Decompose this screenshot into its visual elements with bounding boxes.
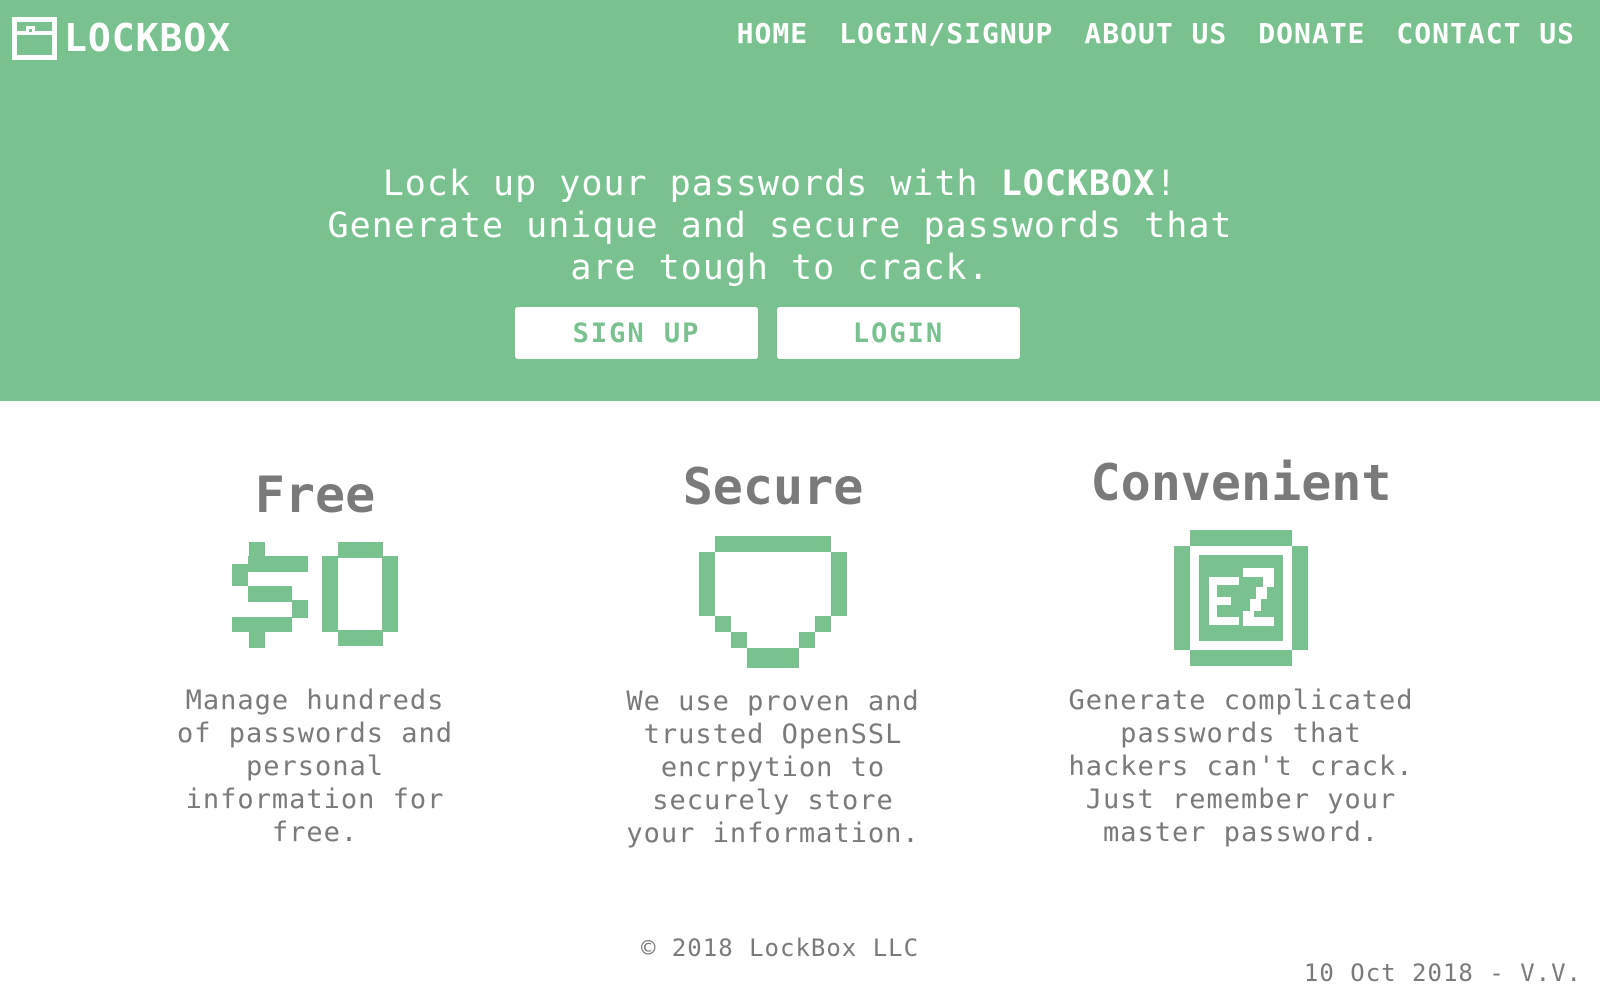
feature-secure: Secure We use proven and trusted OpenSSL… xyxy=(563,458,983,850)
feature-title-free: Free xyxy=(254,466,376,524)
feature-text-secure: We use proven and trusted OpenSSL encrpy… xyxy=(626,686,920,849)
lockbox-icon xyxy=(12,17,57,60)
nav-donate[interactable]: DONATE xyxy=(1258,16,1365,52)
nav-about-us[interactable]: ABOUT US xyxy=(1084,16,1227,52)
tagline-line1: Lock up your passwords with LOCKBOX! xyxy=(300,163,1260,205)
tagline-brand: LOCKBOX xyxy=(1000,164,1156,204)
feature-free: Free Manage hundreds of passwords and pe… xyxy=(105,466,525,849)
copyright: © 2018 LockBox LLC xyxy=(640,934,920,962)
feature-title-convenient: Convenient xyxy=(1090,454,1392,512)
tagline-line2: Generate unique and secure passwords tha… xyxy=(327,206,1233,288)
tagline-suffix: ! xyxy=(1155,164,1178,204)
shield-icon xyxy=(699,536,847,668)
nav-login-signup[interactable]: LOGIN/SIGNUP xyxy=(839,16,1053,52)
feature-convenient: Convenient Generate complicated password… xyxy=(1031,454,1451,849)
main-nav: HOME LOGIN/SIGNUP ABOUT US DONATE CONTAC… xyxy=(706,16,1575,52)
feature-title-secure: Secure xyxy=(682,458,864,516)
nav-contact-us[interactable]: CONTACT US xyxy=(1396,16,1575,52)
logo-text: LOCKBOX xyxy=(64,16,232,60)
nav-home[interactable]: HOME xyxy=(737,16,808,52)
dollar-zero-icon xyxy=(232,542,398,648)
ez-icon xyxy=(1174,530,1308,666)
login-button[interactable]: LOGIN xyxy=(777,307,1020,359)
hero-tagline: Lock up your passwords with LOCKBOX! Gen… xyxy=(300,163,1260,289)
feature-text-free: Manage hundreds of passwords and persona… xyxy=(176,685,454,848)
hero-banner: LOCKBOX HOME LOGIN/SIGNUP ABOUT US DONAT… xyxy=(0,0,1600,401)
logo-link[interactable]: LOCKBOX xyxy=(12,17,231,60)
signup-button[interactable]: SIGN UP xyxy=(515,307,758,359)
date-stamp: 10 Oct 2018 - V.V. xyxy=(1303,959,1582,987)
feature-text-convenient: Generate complicated passwords that hack… xyxy=(1068,685,1414,848)
tagline-prefix: Lock up your passwords with xyxy=(382,164,1001,204)
